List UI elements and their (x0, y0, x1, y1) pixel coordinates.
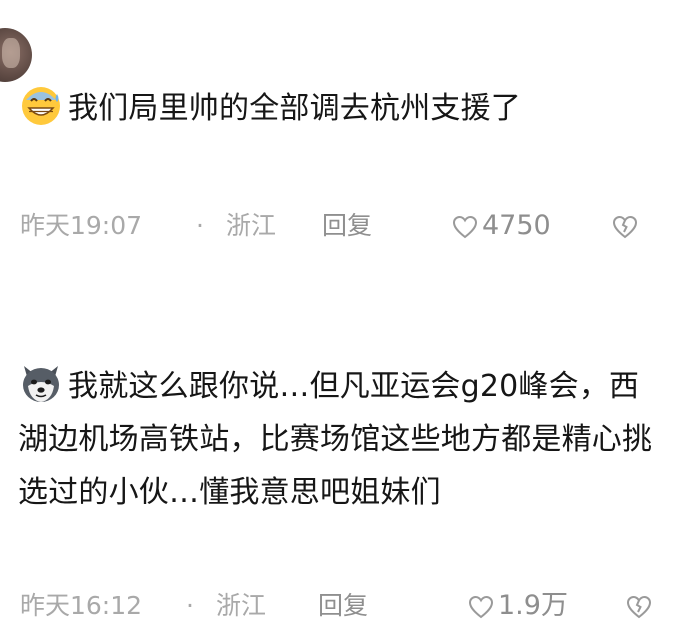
like-count: 4750 (482, 210, 551, 241)
comment-body: 我就这么跟你说…但凡亚运会g20峰会，西湖边机场高铁站，比赛场馆这些地方都是精心… (18, 360, 668, 519)
comment-time: 昨天19:07 (20, 211, 143, 240)
comment-item: 我就这么跟你说…但凡亚运会g20峰会，西湖边机场高铁站，比赛场馆这些地方都是精心… (0, 318, 690, 625)
broken-heart-icon[interactable] (612, 214, 638, 240)
grinning-sweat-emoji-icon (22, 87, 60, 125)
meta-separator: · (186, 591, 194, 620)
comment-location: 浙江 (226, 211, 277, 240)
comment-text: 我们局里帅的全部调去杭州支援了 (68, 91, 521, 126)
reply-button[interactable]: 回复 (318, 586, 368, 626)
reply-button[interactable]: 回复 (322, 206, 372, 246)
broken-heart-icon[interactable] (626, 594, 652, 620)
comment-body: 我们局里帅的全部调去杭州支援了 (18, 82, 668, 135)
heart-outline-icon (468, 595, 494, 619)
comment-meta: 昨天16:12 · 浙江 回复 1.9万 (20, 586, 670, 626)
comment-meta: 昨天19:07 · 浙江 回复 4750 (20, 206, 670, 246)
comment-location: 浙江 (216, 591, 267, 620)
comment-text: 我就这么跟你说…但凡亚运会g20峰会，西湖边机场高铁站，比赛场馆这些地方都是精心… (18, 369, 653, 510)
heart-outline-icon (452, 215, 478, 239)
comment-item: 我们局里帅的全部调去杭州支援了 昨天19:07 · 浙江 回复 4750 (0, 0, 690, 270)
meta-separator: · (196, 211, 204, 240)
avatar[interactable] (0, 28, 32, 82)
like-count: 1.9万 (498, 590, 568, 621)
dog-emoji-icon (23, 366, 59, 402)
comment-time: 昨天16:12 (20, 591, 143, 620)
